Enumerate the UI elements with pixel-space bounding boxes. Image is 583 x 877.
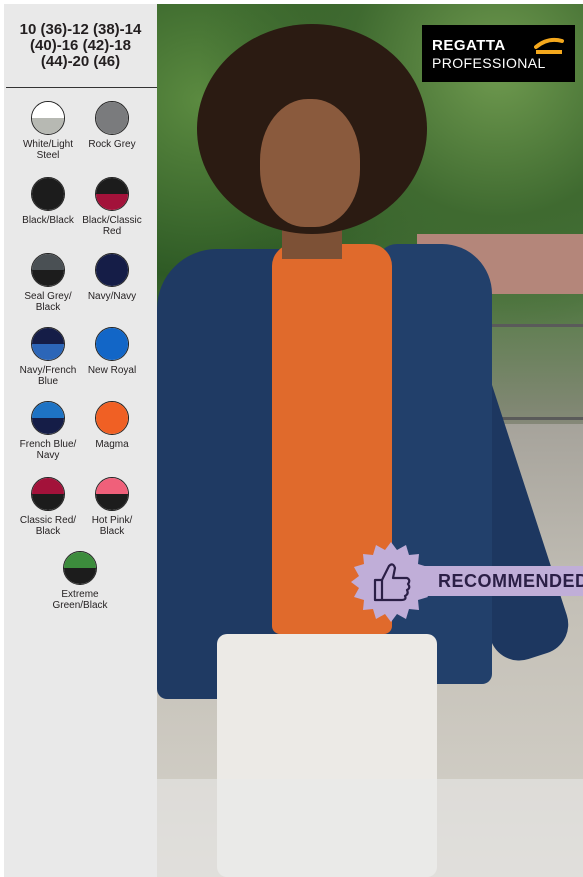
colour-swatch: New Royal	[80, 327, 144, 376]
swatch-dot	[95, 253, 129, 287]
photo-fade-overlay	[157, 779, 583, 877]
recommended-label: RECOMMENDED	[438, 571, 583, 591]
model-face	[260, 99, 360, 227]
swatch-top-colour	[96, 102, 128, 118]
swatch-bottom-colour	[96, 194, 128, 210]
swatch-top-colour	[32, 328, 64, 344]
colour-name: Hot Pink/ Black	[91, 515, 133, 537]
swatch-bottom-colour	[64, 568, 96, 584]
swatch-top-colour	[64, 552, 96, 568]
colour-swatch: French Blue/ Navy	[16, 401, 80, 461]
colour-swatch: Rock Grey	[80, 101, 144, 150]
colour-name: White/Light Steel	[22, 139, 74, 161]
swatch-top-colour	[96, 178, 128, 194]
colour-name: Navy/Navy	[87, 291, 137, 302]
logo-subtitle-text: PROFESSIONAL	[432, 55, 546, 71]
colour-swatch: Seal Grey/ Black	[16, 253, 80, 313]
swatch-bottom-colour	[96, 418, 128, 434]
swatch-bottom-colour	[32, 418, 64, 434]
size-range: 10 (36)-12 (38)-14 (40)-16 (42)-18 (44)-…	[19, 21, 142, 70]
swatch-top-colour	[32, 102, 64, 118]
colour-name: Classic Red/ Black	[19, 515, 77, 537]
swatch-dot	[31, 101, 65, 135]
divider	[6, 87, 157, 88]
swatch-dot	[31, 253, 65, 287]
product-page: 10 (36)-12 (38)-14 (40)-16 (42)-18 (44)-…	[0, 0, 583, 877]
colour-name: Rock Grey	[88, 139, 136, 150]
swatch-top-colour	[96, 478, 128, 494]
logo-brand-text: REGATTA	[432, 37, 506, 54]
swatch-dot	[31, 177, 65, 211]
colour-name: Seal Grey/ Black	[24, 291, 72, 313]
swatch-dot	[95, 177, 129, 211]
swatch-dot	[31, 477, 65, 511]
model-photo	[157, 4, 583, 877]
swatch-bottom-colour	[96, 118, 128, 134]
swatch-bottom-colour	[32, 194, 64, 210]
colour-swatch: Navy/French Blue	[16, 327, 80, 387]
swatch-top-colour	[96, 328, 128, 344]
swatch-bottom-colour	[96, 344, 128, 360]
colour-swatch: Extreme Green/Black	[48, 551, 112, 611]
colour-swatch: Navy/Navy	[80, 253, 144, 302]
colour-swatch: Hot Pink/ Black	[80, 477, 144, 537]
thumbs-up-icon	[351, 542, 431, 622]
swatch-bottom-colour	[32, 270, 64, 286]
colour-name: New Royal	[87, 365, 137, 376]
colour-name: Black/Classic Red	[82, 215, 142, 237]
colour-name: Black/Black	[22, 215, 74, 226]
swatch-bottom-colour	[96, 494, 128, 510]
colour-name: Extreme Green/Black	[52, 589, 108, 611]
colour-swatch: Black/Classic Red	[80, 177, 144, 237]
swatch-top-colour	[96, 254, 128, 270]
regatta-wave-icon	[534, 37, 564, 54]
swatch-top-colour	[32, 178, 64, 194]
swatch-dot	[95, 101, 129, 135]
swatch-bottom-colour	[32, 118, 64, 134]
swatch-dot	[95, 401, 129, 435]
swatch-top-colour	[32, 478, 64, 494]
swatch-dot	[31, 401, 65, 435]
colour-swatch: Black/Black	[16, 177, 80, 226]
swatch-top-colour	[32, 402, 64, 418]
colour-swatch: Classic Red/ Black	[16, 477, 80, 537]
colour-swatch: White/Light Steel	[16, 101, 80, 161]
colour-swatch: Magma	[80, 401, 144, 450]
swatch-dot	[95, 477, 129, 511]
swatch-bottom-colour	[32, 344, 64, 360]
regatta-professional-logo: REGATTA PROFESSIONAL	[422, 25, 575, 82]
swatch-dot	[31, 327, 65, 361]
colour-size-panel: 10 (36)-12 (38)-14 (40)-16 (42)-18 (44)-…	[4, 4, 157, 877]
swatch-top-colour	[32, 254, 64, 270]
swatch-bottom-colour	[96, 270, 128, 286]
colour-name: Magma	[95, 439, 129, 450]
colour-name: Navy/French Blue	[19, 365, 77, 387]
swatch-bottom-colour	[32, 494, 64, 510]
swatch-dot	[95, 327, 129, 361]
swatch-top-colour	[96, 402, 128, 418]
swatch-dot	[63, 551, 97, 585]
colour-name: French Blue/ Navy	[19, 439, 77, 461]
